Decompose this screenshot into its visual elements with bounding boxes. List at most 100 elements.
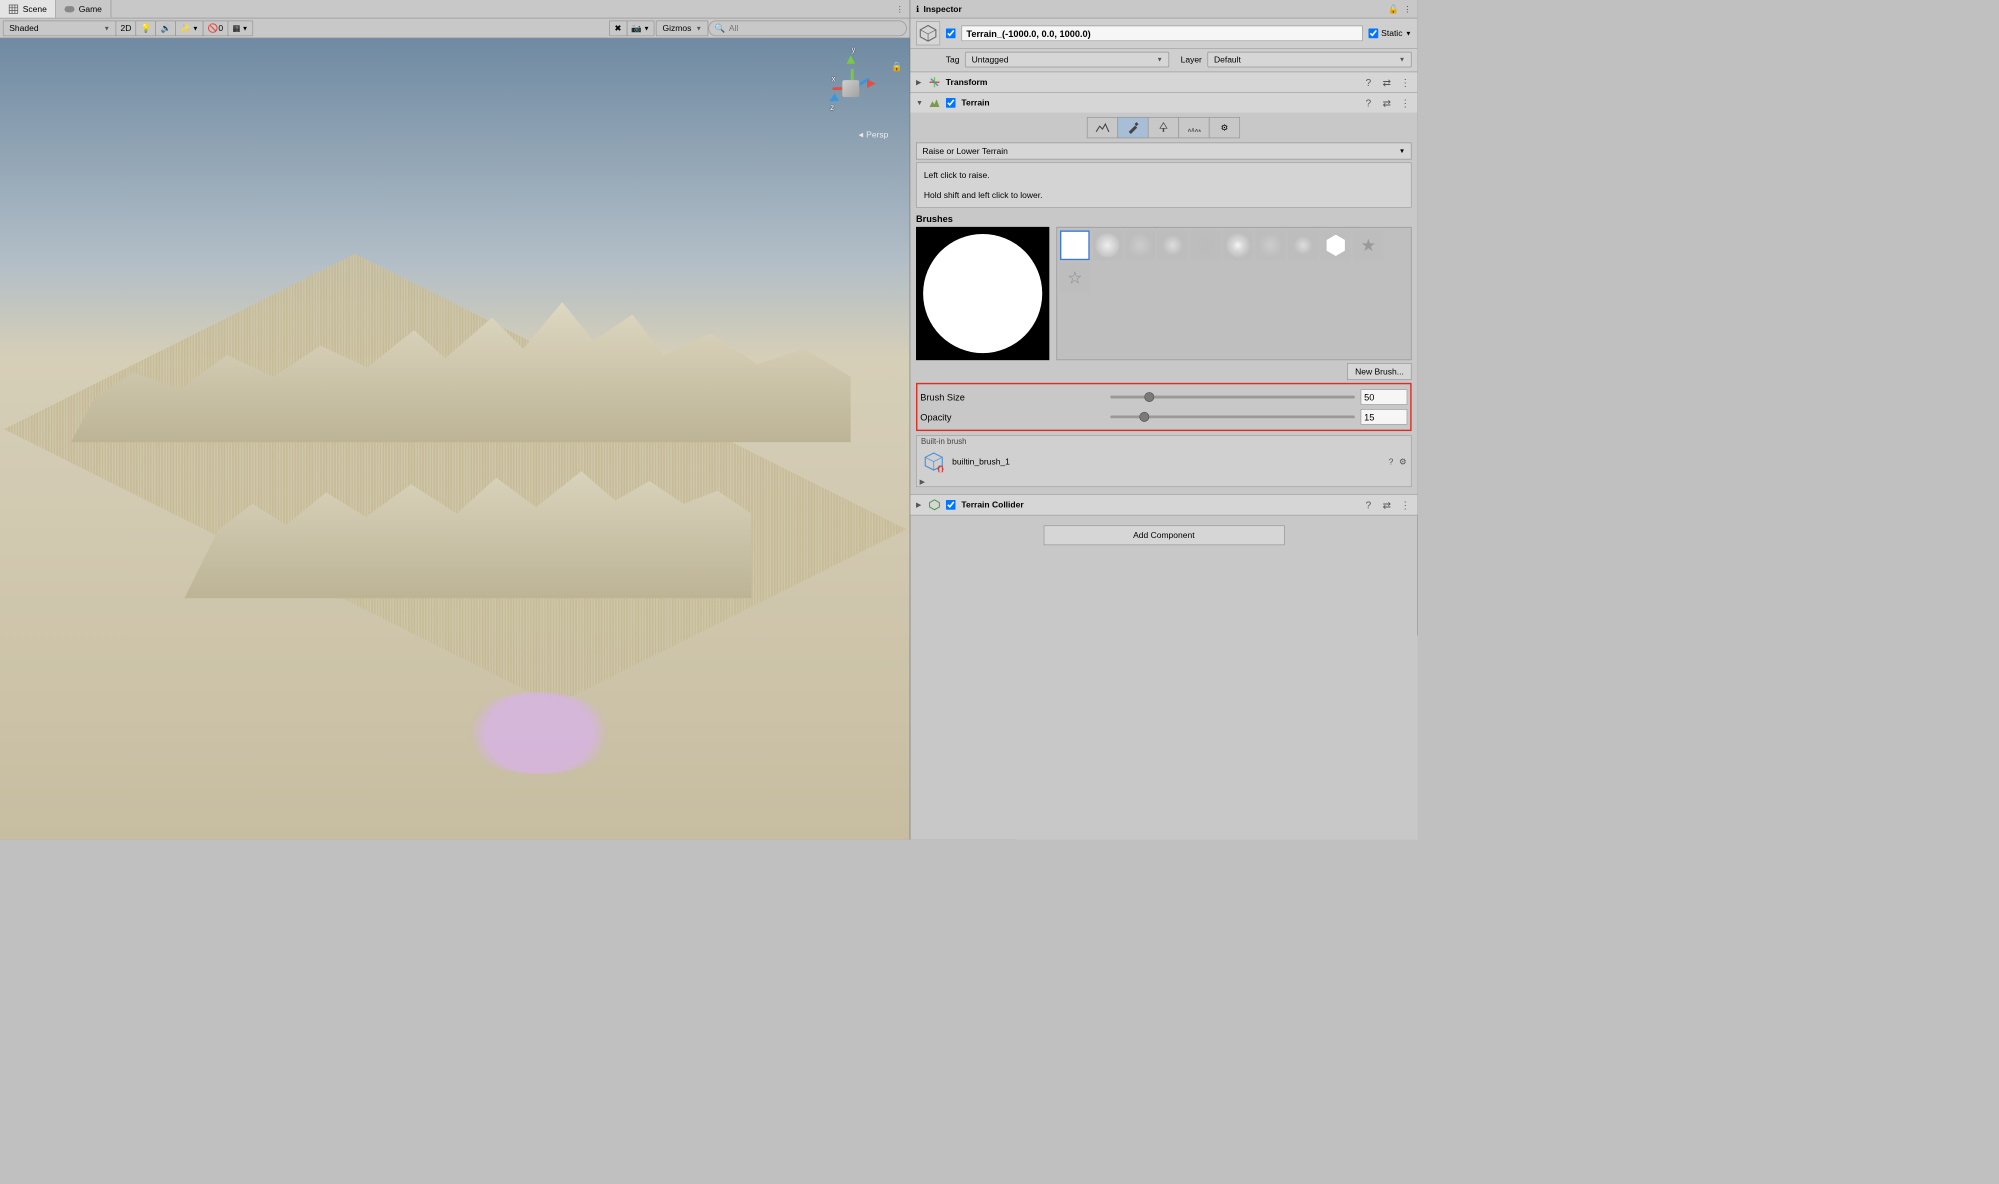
2d-toggle[interactable]: 2D xyxy=(116,20,137,36)
gameobject-row: Static ▼ xyxy=(910,18,1417,48)
game-icon xyxy=(65,4,75,14)
brush-cursor xyxy=(461,692,617,774)
fx-toggle[interactable]: ✨▼ xyxy=(175,20,203,36)
hidden-toggle[interactable]: 🚫0 xyxy=(203,20,228,36)
terrain-tools: ⚙ xyxy=(916,117,1412,138)
new-brush-button[interactable]: New Brush... xyxy=(1347,363,1411,380)
collider-enabled-checkbox[interactable] xyxy=(946,500,956,510)
fx-icon: ✨ xyxy=(180,23,191,33)
scene-icon xyxy=(9,4,19,14)
fold-icon: ▼ xyxy=(916,99,923,107)
tools-button[interactable]: ✖ xyxy=(609,20,627,36)
builtin-brush-box: Built-in brush {} builtin_brush_1 ? ⚙ ▶ xyxy=(916,435,1412,487)
terrain-tool-dropdown[interactable]: Raise or Lower Terrain▼ xyxy=(916,143,1412,160)
brush-preview xyxy=(916,227,1049,360)
terrain-icon xyxy=(929,97,940,108)
static-checkbox[interactable] xyxy=(1368,28,1378,38)
viewport-lock-icon[interactable]: 🔒 xyxy=(891,61,902,72)
component-transform: ▶ Transform ? ⇄ ⋮ xyxy=(910,72,1417,93)
terrain-help-box: Left click to raise. Hold shift and left… xyxy=(916,162,1412,207)
opacity-input[interactable] xyxy=(1361,409,1408,425)
brush-thumb-7[interactable] xyxy=(1256,230,1286,260)
tab-scene[interactable]: Scene xyxy=(0,0,56,18)
opacity-row: Opacity xyxy=(920,407,1407,427)
brush-thumb-star-outline[interactable]: ☆ xyxy=(1060,263,1090,293)
left-tabs-menu-icon[interactable]: ⋮ xyxy=(890,0,910,18)
context-menu-icon[interactable]: ⋮ xyxy=(1399,499,1412,511)
brush-thumb-5[interactable] xyxy=(1190,230,1220,260)
tab-scene-label: Scene xyxy=(23,4,47,14)
help-icon[interactable]: ? xyxy=(1362,77,1375,88)
grid-toggle[interactable]: ▦▼ xyxy=(227,20,253,36)
brush-size-row: Brush Size xyxy=(920,387,1407,407)
layer-label: Layer xyxy=(1181,55,1202,65)
brush-thumb-4[interactable] xyxy=(1158,230,1188,260)
component-terrain-collider: ▶ Terrain Collider ? ⇄ ⋮ xyxy=(910,495,1417,516)
context-menu-icon[interactable]: ⋮ xyxy=(1399,97,1412,109)
gameobject-icon[interactable] xyxy=(916,21,940,45)
help-icon[interactable]: ? xyxy=(1389,457,1394,467)
search-placeholder: All xyxy=(729,23,738,33)
gameobject-name-input[interactable] xyxy=(961,26,1362,42)
add-component-button[interactable]: Add Component xyxy=(1043,525,1284,545)
eye-off-icon: 🚫 xyxy=(208,23,219,33)
preset-icon[interactable]: ⇄ xyxy=(1380,499,1393,511)
gizmos-dropdown[interactable]: Gizmos▼ xyxy=(656,20,708,36)
tool-terrain-settings[interactable]: ⚙ xyxy=(1209,117,1240,138)
brush-grid: ★ ☆ xyxy=(1056,227,1411,360)
tool-paint-details[interactable] xyxy=(1178,117,1209,138)
brush-size-slider[interactable] xyxy=(1110,396,1355,399)
tool-paint-terrain[interactable] xyxy=(1117,117,1148,138)
tag-dropdown[interactable]: Untagged▼ xyxy=(965,52,1169,68)
inspector-menu-icon[interactable]: ⋮ xyxy=(1403,4,1412,14)
camera-icon: 📷 xyxy=(631,23,642,33)
fold-icon: ▶ xyxy=(916,501,923,509)
transform-icon xyxy=(929,77,940,88)
brush-thumb-3[interactable] xyxy=(1125,230,1155,260)
builtin-brush-name: builtin_brush_1 xyxy=(952,457,1383,467)
terrain-enabled-checkbox[interactable] xyxy=(946,98,956,108)
camera-button[interactable]: 📷▼ xyxy=(626,20,654,36)
static-toggle[interactable]: Static ▼ xyxy=(1368,28,1411,38)
audio-toggle[interactable]: 🔊 xyxy=(155,20,176,36)
help-icon[interactable]: ? xyxy=(1362,97,1375,108)
context-menu-icon[interactable]: ⋮ xyxy=(1399,76,1412,88)
tab-game[interactable]: Game xyxy=(56,0,111,18)
persp-label[interactable]: ◂ Persp xyxy=(859,129,889,140)
preset-icon[interactable]: ⇄ xyxy=(1380,97,1393,109)
collider-icon xyxy=(929,499,940,510)
component-terrain: ▼ Terrain ? ⇄ ⋮ ⚙ Raise xyxy=(910,93,1417,495)
fold-icon: ▶ xyxy=(916,78,923,86)
opacity-slider[interactable] xyxy=(1110,415,1355,418)
tool-create-neighbor[interactable] xyxy=(1087,117,1118,138)
brush-thumb-2[interactable] xyxy=(1093,230,1123,260)
terrain-collider-header[interactable]: ▶ Terrain Collider ? ⇄ ⋮ xyxy=(910,495,1417,515)
inspector-lock-icon[interactable]: 🔓 xyxy=(1388,4,1399,14)
builtin-fold-icon[interactable]: ▶ xyxy=(917,479,1411,487)
help-icon[interactable]: ? xyxy=(1362,499,1375,510)
scene-viewport[interactable]: 🔒 y x z ◂ Persp xyxy=(0,38,910,839)
gameobject-active-checkbox[interactable] xyxy=(946,28,956,38)
preset-icon[interactable]: ⇄ xyxy=(1380,76,1393,88)
info-icon: ℹ xyxy=(916,4,919,14)
brushes-label: Brushes xyxy=(916,213,1412,224)
tag-label: Tag xyxy=(946,55,960,65)
speaker-icon: 🔊 xyxy=(160,23,171,33)
tool-paint-trees[interactable] xyxy=(1148,117,1179,138)
brush-thumb-1[interactable] xyxy=(1060,230,1090,260)
brush-thumb-6[interactable] xyxy=(1223,230,1253,260)
brush-size-input[interactable] xyxy=(1361,389,1408,405)
orientation-gizmo[interactable]: y x z xyxy=(812,50,890,128)
transform-header[interactable]: ▶ Transform ? ⇄ ⋮ xyxy=(910,72,1417,92)
brush-thumb-star-fill[interactable]: ★ xyxy=(1353,230,1383,260)
scene-search[interactable]: 🔍 All xyxy=(708,20,907,36)
terrain-header[interactable]: ▼ Terrain ? ⇄ ⋮ xyxy=(910,93,1417,113)
shading-dropdown[interactable]: Shaded ▼ xyxy=(3,20,116,36)
brush-thumb-9[interactable] xyxy=(1321,230,1351,260)
inspector-header: ℹ Inspector 🔓 ⋮ xyxy=(910,0,1417,18)
lighting-toggle[interactable]: 💡 xyxy=(136,20,157,36)
brush-thumb-8[interactable] xyxy=(1288,230,1318,260)
gear-icon[interactable]: ⚙ xyxy=(1399,457,1407,467)
tools-icon: ✖ xyxy=(614,23,621,33)
layer-dropdown[interactable]: Default▼ xyxy=(1208,52,1412,68)
